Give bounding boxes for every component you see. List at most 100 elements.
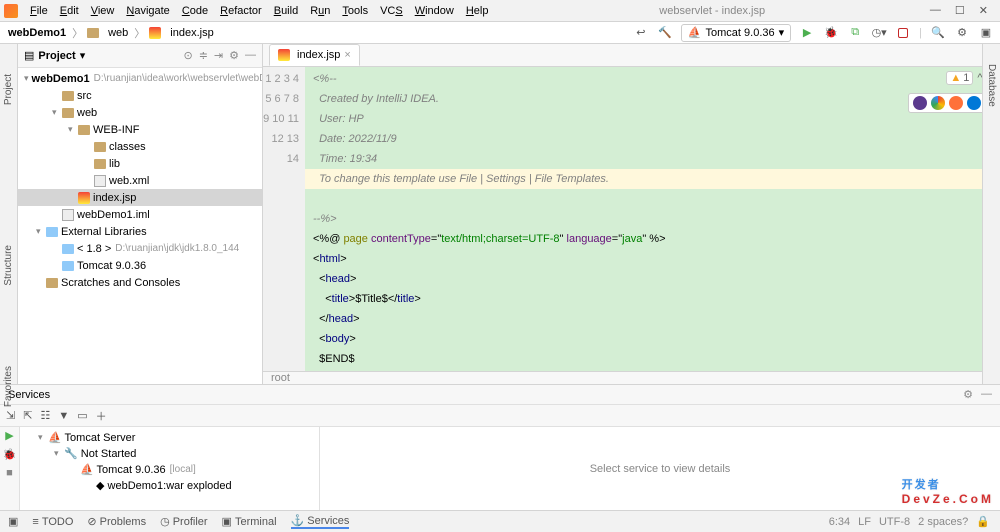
service-tree-row[interactable]: ⛵ Tomcat 9.0.36[local] (20, 461, 319, 477)
lock-icon[interactable]: 🔒 (976, 515, 990, 528)
main-area: Project Structure Favorites ▤ Project ▾ … (0, 44, 1000, 384)
tab-database[interactable]: Database (986, 64, 997, 384)
coverage-icon[interactable]: ⧉ (847, 25, 863, 41)
expand-all-icon[interactable]: ⇲ (6, 409, 15, 422)
tab-structure[interactable]: Structure (3, 245, 14, 286)
minimize-icon[interactable]: — (930, 4, 941, 17)
breadcrumb-web[interactable]: web (106, 27, 130, 39)
profiler-icon[interactable]: ◷▾ (871, 25, 887, 41)
tab-terminal[interactable]: ▣ Terminal (222, 515, 277, 528)
close-tab-icon[interactable]: × (344, 49, 350, 61)
debug-service-icon[interactable]: 🐞 (3, 448, 17, 461)
chrome-icon[interactable] (931, 96, 945, 110)
hide-icon[interactable]: — (981, 388, 992, 401)
menu-navigate[interactable]: Navigate (120, 5, 175, 17)
tab-services[interactable]: ⚓ Services (291, 514, 350, 529)
tree-row[interactable]: index.jsp (18, 189, 262, 206)
close-icon[interactable]: ✕ (979, 4, 988, 17)
firefox-icon[interactable] (949, 96, 963, 110)
editor-tab-index[interactable]: index.jsp × (269, 44, 360, 66)
edge-icon[interactable] (967, 96, 981, 110)
warning-icon: ▲ (950, 72, 961, 84)
editor-area: index.jsp × 1 2 3 4 5 6 7 8 9 10 11 12 1… (263, 44, 1000, 384)
chevron-down-icon[interactable]: ▾ (80, 49, 86, 62)
tab-problems[interactable]: ⊘ Problems (87, 515, 146, 528)
maximize-icon[interactable]: ☐ (955, 4, 965, 17)
hammer-icon[interactable]: 🔨 (657, 25, 673, 41)
layout-icon[interactable]: ▭ (77, 409, 87, 422)
window-title: webservlet - index.jsp (494, 5, 929, 17)
tree-row[interactable]: webDemo1.iml (18, 206, 262, 223)
intellij-icon[interactable] (913, 96, 927, 110)
breadcrumb-sep: 〉 (72, 25, 83, 41)
service-tree-row[interactable]: ▾ ⛵ Tomcat Server (20, 429, 319, 445)
editor-body[interactable]: 1 2 3 4 5 6 7 8 9 10 11 12 13 14 <%-- Cr… (263, 67, 1000, 371)
scroll-from-source-icon[interactable]: ⊙ (183, 49, 192, 62)
service-tree-row[interactable]: ▾ 🔧 Not Started (20, 445, 319, 461)
tree-row[interactable]: web.xml (18, 172, 262, 189)
indent[interactable]: 2 spaces? (918, 516, 968, 528)
messages-icon[interactable]: ▣ (8, 515, 18, 528)
stop-service-icon[interactable]: ■ (6, 467, 13, 479)
breadcrumb-root[interactable]: webDemo1 (6, 27, 68, 39)
filter-icon[interactable]: ▼ (58, 410, 69, 422)
menu-file[interactable]: File (24, 5, 54, 17)
menu-code[interactable]: Code (176, 5, 214, 17)
services-tree[interactable]: ▾ ⛵ Tomcat Server▾ 🔧 Not Started ⛵ Tomca… (20, 427, 320, 510)
group-icon[interactable]: ☷ (40, 409, 50, 422)
settings-icon[interactable]: ⚙ (954, 25, 970, 41)
tree-row[interactable]: ▾ External Libraries (18, 223, 262, 240)
tab-project[interactable]: Project (3, 74, 14, 105)
gear-icon[interactable]: ⚙ (229, 49, 239, 62)
debug-icon[interactable]: 🐞 (823, 25, 839, 41)
menu-run[interactable]: Run (304, 5, 336, 17)
code-area[interactable]: <%-- Created by IntelliJ IDEA. User: HP … (305, 67, 1000, 371)
tree-row[interactable]: Scratches and Consoles (18, 274, 262, 291)
back-icon[interactable]: ↩ (633, 25, 649, 41)
status-bar: 6:34 LF UTF-8 2 spaces? 🔒 (829, 515, 990, 528)
gear-icon[interactable]: ⚙ (963, 388, 973, 401)
more-icon[interactable]: ▣ (978, 25, 994, 41)
hide-icon[interactable]: — (245, 49, 256, 62)
menu-edit[interactable]: Edit (54, 5, 85, 17)
tab-todo[interactable]: ≡ TODO (32, 516, 73, 528)
menu-help[interactable]: Help (460, 5, 495, 17)
collapse-all-icon[interactable]: ⇱ (23, 409, 32, 422)
run-config-dropdown[interactable]: ⛵ Tomcat 9.0.36 ▾ (681, 24, 791, 42)
caret-position[interactable]: 6:34 (829, 516, 850, 528)
tree-row[interactable]: lib (18, 155, 262, 172)
project-panel-title[interactable]: Project (38, 50, 75, 62)
line-sep[interactable]: LF (858, 516, 871, 528)
search-icon[interactable]: 🔍 (930, 25, 946, 41)
menu-tools[interactable]: Tools (336, 5, 374, 17)
breadcrumb-file[interactable]: index.jsp (168, 27, 215, 39)
tree-row[interactable]: < 1.8 >D:\ruanjian\jdk\jdk1.8.0_144 (18, 240, 262, 257)
menu-view[interactable]: View (85, 5, 121, 17)
encoding[interactable]: UTF-8 (879, 516, 910, 528)
run-config-label: Tomcat 9.0.36 (706, 27, 775, 39)
tree-row[interactable]: Tomcat 9.0.36 (18, 257, 262, 274)
service-tree-row[interactable]: ◆ webDemo1:war exploded (20, 477, 319, 493)
project-tree[interactable]: ▾ webDemo1 D:\ruanjian\idea\work\webserv… (18, 68, 262, 384)
menu-build[interactable]: Build (268, 5, 304, 17)
tree-row[interactable]: ▾ web (18, 104, 262, 121)
services-detail: Select service to view details (320, 427, 1000, 510)
menu-refactor[interactable]: Refactor (214, 5, 268, 17)
tree-root[interactable]: ▾ webDemo1 D:\ruanjian\idea\work\webserv… (18, 70, 262, 87)
stop-icon[interactable] (895, 25, 911, 41)
expand-icon[interactable]: ≑ (199, 49, 208, 62)
services-toolbar: ⇲ ⇱ ☷ ▼ ▭ ＋ (0, 405, 1000, 427)
collapse-icon[interactable]: ⇥ (214, 49, 223, 62)
tab-profiler[interactable]: ◷ Profiler (160, 515, 207, 528)
menu-vcs[interactable]: VCS (374, 5, 409, 17)
run-icon[interactable]: ▶ (799, 25, 815, 41)
editor-tabs: index.jsp × (263, 44, 1000, 67)
tree-row[interactable]: ▾ WEB-INF (18, 121, 262, 138)
menu-window[interactable]: Window (409, 5, 460, 17)
add-icon[interactable]: ＋ (96, 408, 107, 424)
tab-favorites[interactable]: Favorites (3, 366, 14, 407)
tree-row[interactable]: src (18, 87, 262, 104)
run-service-icon[interactable]: ▶ (5, 429, 13, 442)
tree-row[interactable]: classes (18, 138, 262, 155)
nav-bar: webDemo1 〉 web 〉 index.jsp ↩ 🔨 ⛵ Tomcat … (0, 22, 1000, 44)
